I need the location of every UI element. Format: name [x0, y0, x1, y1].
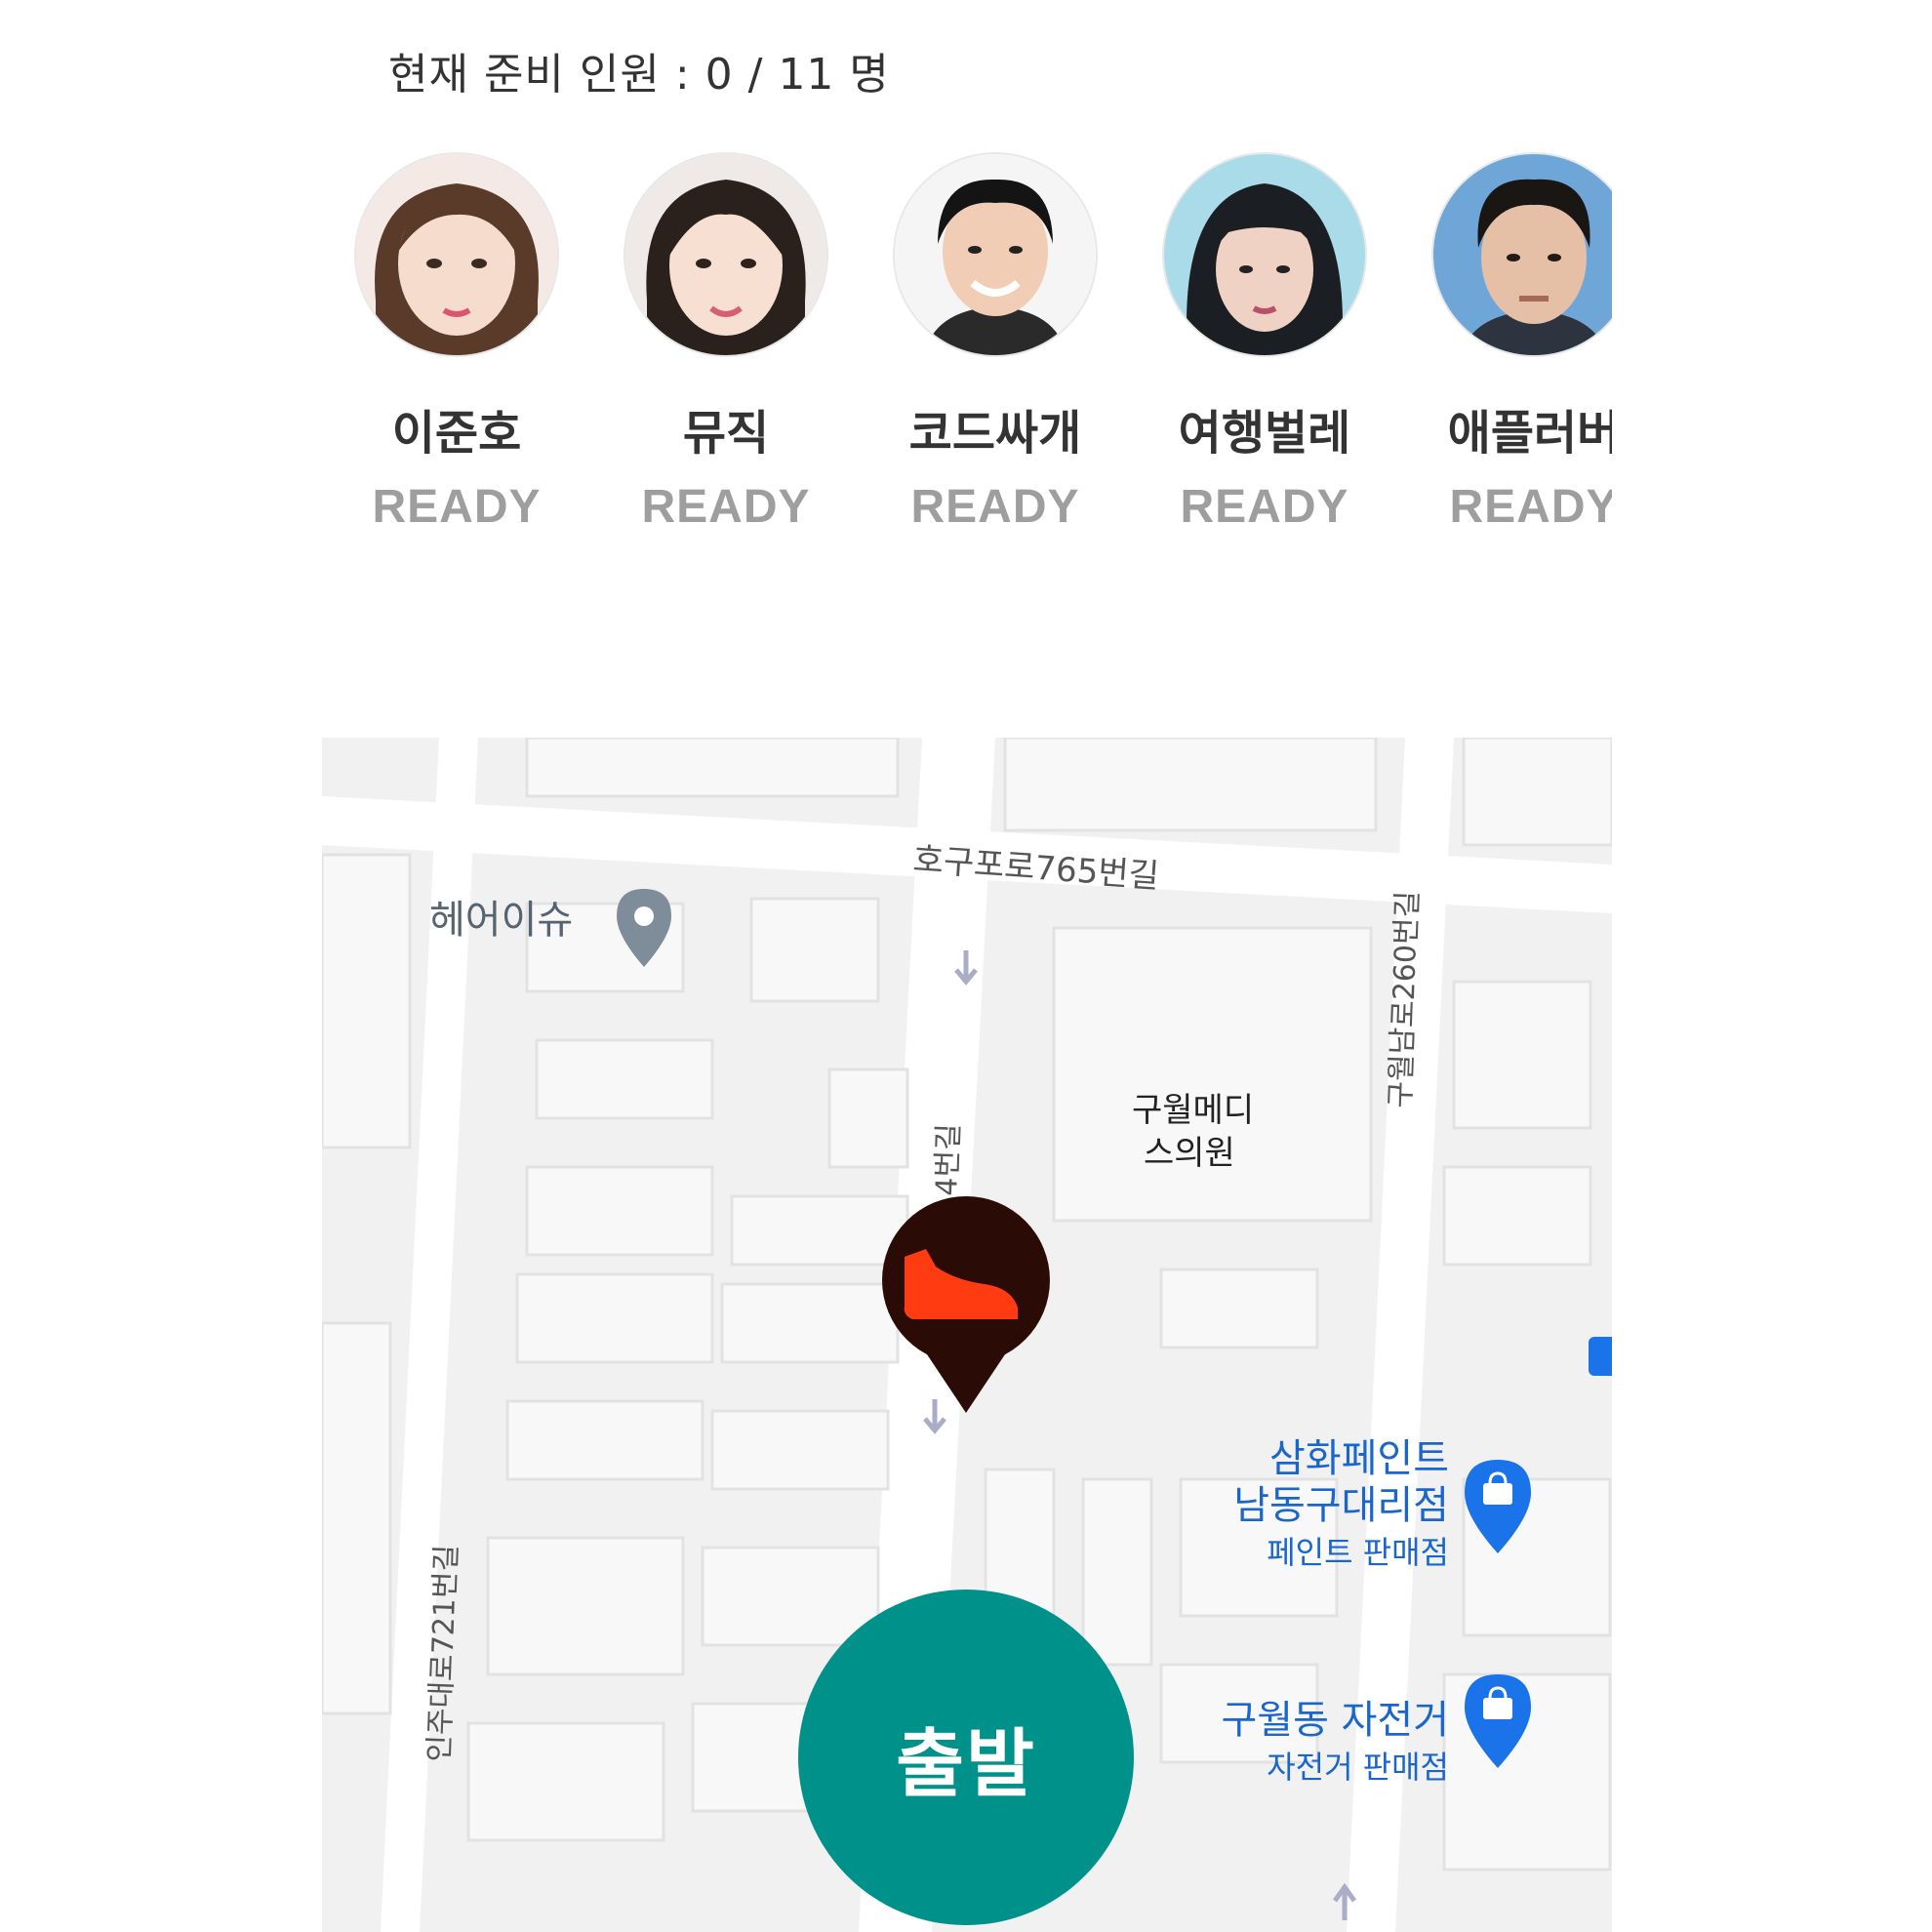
- member-name: 코드싸개: [908, 406, 1082, 461]
- start-button[interactable]: 출발: [798, 1590, 1134, 1925]
- avatar[interactable]: [1431, 152, 1612, 357]
- member-status: READY: [372, 481, 542, 533]
- road-label: 4번길: [930, 1123, 967, 1196]
- member-item[interactable]: 이준호 READY: [322, 144, 591, 534]
- member-status: READY: [1449, 481, 1612, 533]
- member-name: 이준호: [391, 406, 522, 461]
- poi-label: 구월메디: [1132, 1091, 1254, 1130]
- poi-label: 스의원: [1144, 1134, 1235, 1173]
- avatar[interactable]: [624, 152, 828, 357]
- member-status: READY: [1180, 481, 1349, 533]
- member-name: 애플러버: [1447, 406, 1612, 461]
- poi-label: 헤어이슈: [429, 898, 573, 943]
- poi-category: 페인트 판매점: [1267, 1534, 1449, 1571]
- member-name: 여행벌레: [1178, 406, 1351, 461]
- poi-label: 남동구대리점: [1233, 1483, 1449, 1528]
- poi-category: 자전거 판매점: [1267, 1749, 1449, 1786]
- avatar[interactable]: [1162, 152, 1367, 357]
- ready-count-label: 현재 준비 인원 : 0 / 11 명: [388, 50, 890, 100]
- poi-label: 구월동 자전거: [1221, 1698, 1449, 1743]
- member-item[interactable]: 코드싸개 READY: [861, 144, 1130, 534]
- bus-stop-icon[interactable]: [1589, 1337, 1612, 1376]
- member-status: READY: [641, 481, 811, 533]
- avatar[interactable]: [354, 152, 559, 357]
- member-item[interactable]: 뮤직 READY: [591, 144, 861, 534]
- member-item[interactable]: 애플러버 READY: [1399, 144, 1612, 534]
- member-name: 뮤직: [682, 406, 770, 461]
- avatar[interactable]: [893, 152, 1098, 357]
- member-status: READY: [910, 481, 1080, 533]
- member-item[interactable]: 여행벌레 READY: [1130, 144, 1399, 534]
- member-list[interactable]: 이준호 READY 뮤직 READY 코드싸개 READY 여행벌레 READY…: [322, 144, 1612, 554]
- poi-label: 삼화페인트: [1269, 1436, 1449, 1481]
